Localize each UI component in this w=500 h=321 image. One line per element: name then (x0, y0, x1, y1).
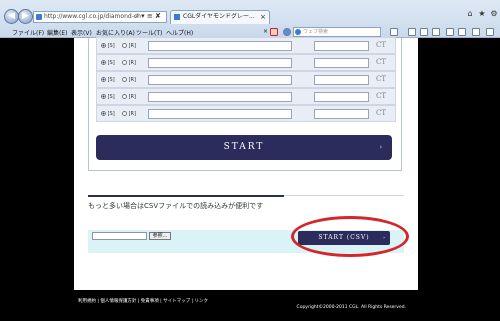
toolbar-addon-icon[interactable] (270, 28, 278, 36)
radio-s-label: [S] (107, 77, 115, 83)
radio-r[interactable]: [R] (122, 77, 136, 83)
settings-gear-icon[interactable]: ⚙ (488, 8, 500, 20)
input-row: [S] [R] CT (96, 54, 396, 71)
radio-s-label: [S] (107, 60, 115, 66)
menu-help[interactable]: ヘルプ(H) (166, 28, 193, 37)
search-placeholder: ウェブ検索 (303, 29, 329, 35)
forward-button-icon[interactable]: ▶ (18, 9, 33, 24)
page-footer: 利用規約 | 個人情報保護方針 | 免責事項 | サイトマップ | リンク Co… (74, 290, 418, 321)
menu-edit[interactable]: 編集(E) (47, 28, 67, 37)
radio-selected-icon (101, 43, 106, 48)
radio-selected-icon (101, 60, 106, 65)
report-number-input[interactable] (148, 109, 292, 119)
radio-r-label: [R] (128, 60, 136, 66)
tab-close-icon[interactable]: × (260, 11, 266, 23)
site-favicon-icon (36, 14, 42, 20)
menu-view[interactable]: 表示(V) (71, 28, 92, 37)
radio-s[interactable]: [S] (101, 94, 115, 100)
toolbar-document2-icon[interactable] (432, 28, 440, 36)
toolbar-page-icon[interactable] (408, 28, 416, 36)
menu-file[interactable]: ファイル(F) (12, 28, 44, 37)
toolbar-tools-icon[interactable] (486, 28, 494, 36)
back-button-icon[interactable]: ◀ (4, 9, 19, 24)
chevron-right-icon: › (379, 144, 384, 151)
start-button[interactable]: START › (96, 135, 392, 160)
toolbar-globe-icon[interactable] (283, 28, 291, 36)
radio-r-label: [R] (128, 111, 136, 117)
carat-unit: CT (376, 75, 387, 83)
tab-favicon-icon (174, 14, 180, 20)
toolbar-print-icon[interactable] (472, 28, 480, 36)
radio-r-label: [R] (128, 94, 136, 100)
report-number-input[interactable] (148, 41, 292, 51)
report-number-input[interactable] (148, 75, 292, 85)
copyright-text: Copyright©2000-2011 CGL. All Rights Rese… (296, 305, 406, 310)
radio-s-label: [S] (107, 94, 115, 100)
radio-s[interactable]: [S] (101, 60, 115, 66)
radio-selected-icon (101, 77, 106, 82)
red-highlight-circle (291, 216, 409, 257)
search-magnifier-icon[interactable] (390, 28, 398, 36)
radio-s-label: [S] (107, 43, 115, 49)
browser-chrome: ◀ ▶ http://www.cgl.co.jp/diamond-ch ⌕ ▾ … (0, 0, 500, 38)
carat-unit: CT (376, 58, 387, 66)
home-icon[interactable]: ⌂ (464, 8, 476, 20)
carat-input[interactable] (314, 92, 369, 102)
footer-links[interactable]: 利用規約 | 個人情報保護方針 | 免責事項 | サイトマップ | リンク (78, 298, 208, 304)
radio-r[interactable]: [R] (122, 43, 136, 49)
section-divider (88, 195, 284, 197)
web-page: [S] [R] CT [S] [R] CT [S] [R] CT [S] [R] (74, 37, 418, 321)
radio-unselected-icon (122, 111, 127, 116)
radio-s[interactable]: [S] (101, 77, 115, 83)
radio-s[interactable]: [S] (101, 111, 115, 117)
start-button-label: START (223, 142, 265, 152)
carat-unit: CT (376, 92, 387, 100)
csv-description: もっと多い場合はCSVファイルでの読み込みが便利です (88, 202, 264, 210)
report-number-input[interactable] (148, 58, 292, 68)
input-row: [S] [R] CT (96, 88, 396, 105)
address-url: http://www.cgl.co.jp/diamond-ch (44, 13, 141, 20)
search-provider-icon (295, 29, 301, 35)
radio-r[interactable]: [R] (122, 94, 136, 100)
carat-input[interactable] (314, 75, 369, 85)
menu-favorites[interactable]: お気に入り(A) (96, 28, 135, 37)
section-divider-light (284, 195, 404, 196)
radio-s[interactable]: [S] (101, 43, 115, 49)
browser-tab[interactable]: CGLダイヤモンドグレー... × (170, 10, 270, 24)
tab-title: CGLダイヤモンドグレー... (183, 13, 255, 20)
radio-r[interactable]: [R] (122, 111, 136, 117)
input-row: [S] [R] CT (96, 37, 396, 54)
radio-unselected-icon (122, 60, 127, 65)
radio-r-label: [R] (128, 77, 136, 83)
browse-button[interactable]: 参照... (149, 232, 171, 240)
csv-file-input[interactable] (92, 232, 147, 240)
report-number-input[interactable] (148, 92, 292, 102)
toolbar-feed-icon[interactable] (446, 28, 454, 36)
menu-close-icon[interactable]: × (263, 28, 268, 35)
toolbar-document-icon[interactable] (420, 28, 428, 36)
address-bar-icons[interactable]: ⌕ ▾ ≡ ✘ (135, 12, 161, 21)
radio-s-label: [S] (107, 111, 115, 117)
menu-tools[interactable]: ツール(T) (136, 28, 162, 37)
input-row: [S] [R] CT (96, 105, 396, 122)
carat-unit: CT (376, 109, 387, 117)
radio-r-label: [R] (128, 43, 136, 49)
radio-unselected-icon (122, 77, 127, 82)
radio-selected-icon (101, 111, 106, 116)
favorites-star-icon[interactable]: ★ (476, 8, 488, 20)
radio-unselected-icon (122, 43, 127, 48)
carat-input[interactable] (314, 109, 369, 119)
radio-unselected-icon (122, 94, 127, 99)
carat-input[interactable] (314, 58, 369, 68)
search-box[interactable]: ウェブ検索 (293, 27, 381, 37)
carat-unit: CT (376, 41, 387, 49)
carat-input[interactable] (314, 41, 369, 51)
toolbar-mail-icon[interactable] (458, 28, 466, 36)
input-row: [S] [R] CT (96, 71, 396, 88)
radio-selected-icon (101, 94, 106, 99)
radio-r[interactable]: [R] (122, 60, 136, 66)
